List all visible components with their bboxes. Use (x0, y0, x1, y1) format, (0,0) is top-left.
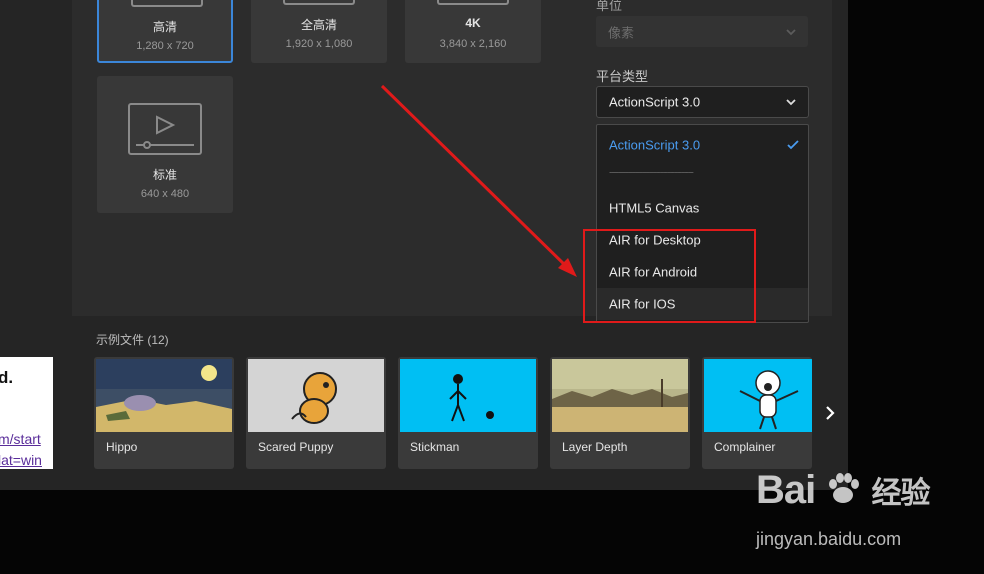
hippo-thumbnail (96, 359, 232, 432)
complainer-thumbnail (704, 359, 812, 432)
baidu-watermark: Bai 经验 jingyan.baidu.com (756, 468, 982, 558)
preset-name: 高清 (152, 20, 177, 34)
watermark-brand: Bai 经验 (756, 468, 931, 513)
sample-name: Scared Puppy (258, 440, 334, 454)
preset-size: 1,280 x 720 (136, 40, 194, 52)
platform-label: 平台类型 (596, 69, 649, 84)
preset-standard[interactable]: 标准 640 x 480 (97, 76, 233, 213)
puppy-thumbnail (248, 359, 384, 432)
preset-full-hd[interactable]: 全高清 1,920 x 1,080 (251, 0, 387, 63)
watermark-url: jingyan.baidu.com (756, 529, 902, 549)
sample-name: Hippo (106, 440, 138, 454)
watermark-brand-text: Bai (756, 468, 816, 512)
chevron-down-icon (786, 99, 796, 106)
samples-title: 示例文件 (12) (96, 333, 169, 347)
screen-icon (437, 0, 509, 5)
background-webpage: d. m/start lat=win (0, 357, 53, 469)
option-html5-canvas[interactable]: HTML5 Canvas (597, 192, 808, 224)
preset-size: 640 x 480 (140, 188, 190, 200)
screen-icon (131, 0, 203, 7)
preset-4k[interactable]: 4K 3,840 x 2,160 (405, 0, 541, 63)
unit-value: 像素 (608, 25, 635, 40)
chevron-down-icon (786, 28, 796, 35)
watermark-brand-cn: 经验 (871, 477, 931, 510)
webpage-link[interactable]: lat=win (0, 452, 42, 468)
separator-text: ------------------------------------ (609, 167, 694, 179)
preset-size: 3,840 x 2,160 (439, 38, 507, 50)
sample-card-hippo[interactable]: Hippo (94, 357, 234, 469)
sample-card-scared-puppy[interactable]: Scared Puppy (246, 357, 386, 469)
webpage-link[interactable]: m/start (0, 431, 41, 447)
option-actionscript[interactable]: ActionScript 3.0 (597, 129, 808, 161)
sample-card-complainer[interactable]: Complainer (702, 357, 812, 469)
webpage-text: d. (0, 368, 14, 387)
preset-size: 1,920 x 1,080 (285, 38, 353, 50)
annotation-highlight-box (583, 229, 756, 323)
preset-name: 4K (465, 16, 481, 30)
stickman-thumbnail (400, 359, 536, 432)
platform-select[interactable]: ActionScript 3.0 (596, 86, 809, 118)
sample-name: Layer Depth (562, 440, 628, 454)
preset-name: 标准 (152, 168, 177, 182)
layer-depth-thumbnail (552, 359, 688, 432)
unit-label: 单位 (596, 0, 623, 13)
paw-icon (829, 473, 860, 503)
chevron-right-icon[interactable] (820, 400, 840, 426)
platform-value: ActionScript 3.0 (609, 94, 701, 110)
checkmark-icon (787, 140, 799, 150)
video-screen-icon (128, 103, 202, 155)
unit-select[interactable]: 像素 (596, 16, 808, 47)
sample-card-layer-depth[interactable]: Layer Depth (550, 357, 690, 469)
preset-name: 全高清 (300, 18, 337, 32)
option-separator: ------------------------------------ (597, 163, 808, 183)
option-label: ActionScript 3.0 (609, 137, 701, 153)
sample-card-stickman[interactable]: Stickman (398, 357, 538, 469)
sample-name: Stickman (410, 440, 460, 454)
screen-icon (283, 0, 355, 5)
option-label: HTML5 Canvas (609, 200, 700, 216)
sample-name: Complainer (714, 440, 776, 454)
preset-hd[interactable]: 高清 1,280 x 720 (97, 0, 233, 63)
